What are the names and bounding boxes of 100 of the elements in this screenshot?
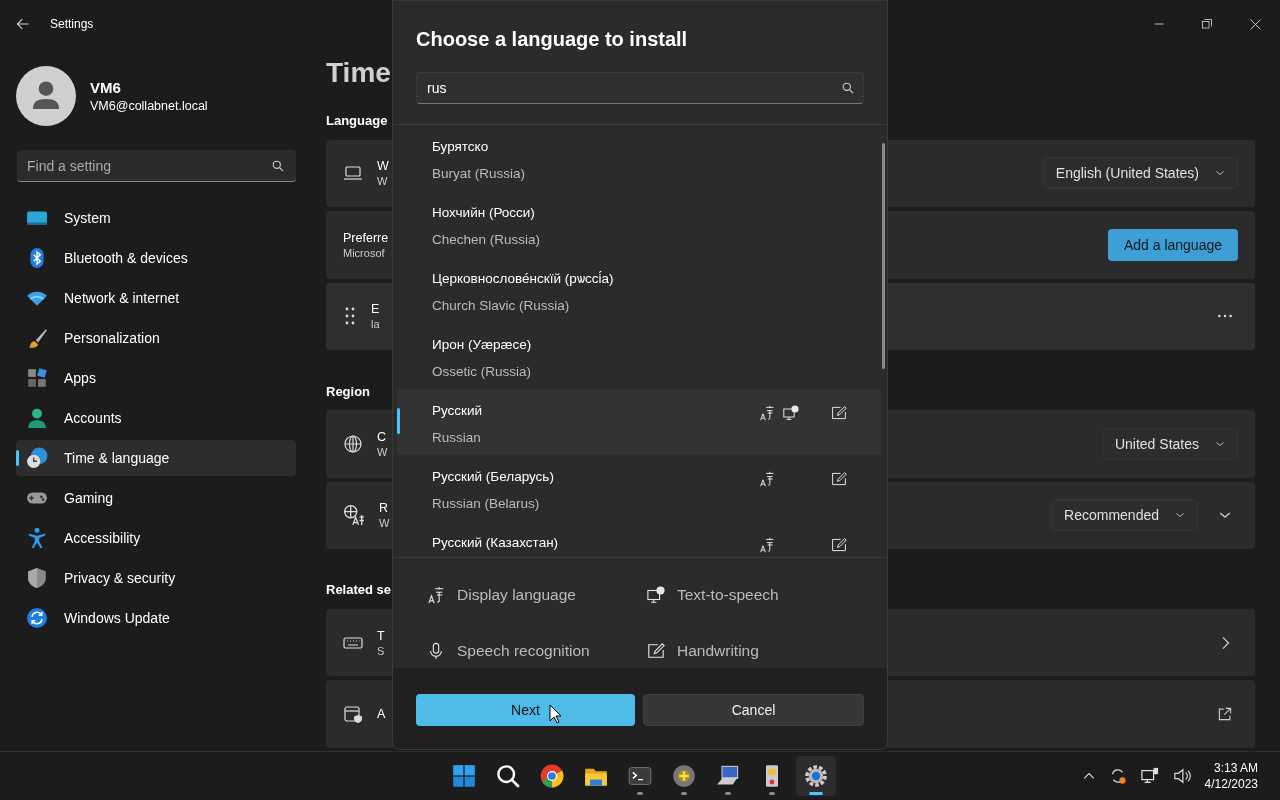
- card-subtitle: S: [377, 644, 385, 657]
- sidebar-item[interactable]: Network & internet: [16, 280, 296, 316]
- maximize-icon: [1202, 18, 1212, 29]
- person-icon: [26, 407, 48, 429]
- apps-icon: [26, 367, 48, 389]
- dropdown[interactable]: Recommended: [1051, 499, 1198, 532]
- search-icon: [842, 82, 854, 94]
- drag-handle-icon: [343, 306, 357, 327]
- language-item[interactable]: Нохчийн (Росси) Chechen (Russia): [397, 191, 881, 257]
- scrollbar[interactable]: [882, 143, 885, 369]
- language-english-name: Chechen (Russia): [432, 232, 542, 247]
- section-heading: Region: [326, 382, 371, 401]
- sidebar-item[interactable]: System: [16, 200, 296, 236]
- card-title: E: [371, 302, 380, 317]
- legend-label: Text-to-speech: [677, 586, 779, 604]
- terminal-icon: [628, 764, 652, 788]
- language-english-name: Ossetic (Russia): [432, 364, 532, 379]
- user-name: VM6: [90, 79, 122, 96]
- search-icon: [496, 764, 520, 788]
- pen-on-paper-icon: [831, 537, 847, 553]
- speech-bubble-monitor-icon: [783, 405, 799, 421]
- cancel-button[interactable]: Cancel: [643, 694, 864, 726]
- language-item[interactable]: Русский (Казахстан): [397, 521, 881, 557]
- card-title: A: [377, 707, 386, 722]
- card-subtitle: la: [371, 318, 380, 331]
- search-field[interactable]: Find a setting: [17, 150, 296, 182]
- chevron-up-icon: [1082, 770, 1095, 782]
- avatar: [16, 66, 76, 126]
- display-language-icon: [759, 471, 775, 487]
- sidebar-item[interactable]: Time & language: [16, 440, 296, 476]
- language-name: Нохчийн (Росси): [432, 205, 536, 220]
- browser-icon: [540, 764, 564, 788]
- sidebar-item[interactable]: Apps: [16, 360, 296, 396]
- globe-clock-icon: [26, 447, 48, 469]
- volume-icon: [1172, 767, 1191, 785]
- language-name: Бурятско: [432, 139, 490, 154]
- language-item[interactable]: Русский (Беларусь) Russian (Belarus): [397, 455, 881, 521]
- language-item[interactable]: Русский Russian: [397, 389, 881, 455]
- close-icon: [1250, 18, 1261, 30]
- card-title: C: [377, 429, 387, 444]
- language-english-name: Russian (Belarus): [432, 496, 541, 511]
- legend-label: Speech recognition: [457, 642, 590, 660]
- sidebar-item[interactable]: Privacy & security: [16, 560, 296, 596]
- globe-language-icon: [343, 504, 365, 527]
- legend-label: Handwriting: [677, 642, 759, 660]
- sidebar-item[interactable]: Accounts: [16, 400, 296, 436]
- card-subtitle: W: [379, 517, 390, 530]
- display-language-icon: [759, 405, 775, 421]
- card-title: R: [379, 501, 389, 516]
- dialog-title: Choose a language to install: [415, 27, 689, 52]
- language-item[interactable]: Церковнослове́нскїй (рѡссі́а) Church Slavic (Russia): [397, 257, 881, 323]
- language-english-name: Buryat (Russia): [432, 166, 527, 181]
- language-english-name: Church Slavic (Russia): [432, 298, 571, 313]
- language-name: Русский (Казахстан): [432, 535, 560, 550]
- brush-icon: [26, 327, 48, 349]
- sidebar-item[interactable]: Bluetooth & devices: [16, 240, 296, 276]
- window-title: Settings: [50, 17, 94, 31]
- sidebar-item[interactable]: Personalization: [16, 320, 296, 356]
- section-heading: Related se: [326, 581, 392, 600]
- speech-bubble-monitor-icon: [647, 586, 665, 604]
- dropdown[interactable]: English (United States): [1042, 157, 1238, 190]
- legend-label: Display language: [457, 586, 576, 604]
- globe-icon: [343, 433, 363, 454]
- pen-on-paper-icon: [831, 405, 847, 421]
- language-name: Русский: [432, 403, 484, 418]
- dropdown[interactable]: United States: [1101, 427, 1238, 460]
- language-name: Церковнослове́нскїй (рѡссі́а): [432, 271, 615, 286]
- add-language-button[interactable]: Add a language: [1107, 228, 1238, 261]
- language-english-name: Russian: [432, 430, 482, 445]
- cursor-icon: [549, 704, 562, 724]
- language-search-field[interactable]: rus: [416, 72, 864, 104]
- sidebar-item[interactable]: Gaming: [16, 480, 296, 516]
- card-title: W: [377, 159, 389, 174]
- next-button[interactable]: Next: [416, 694, 635, 726]
- settings-icon: [804, 764, 828, 788]
- language-name: Русский (Беларусь): [432, 469, 555, 484]
- display-language-icon: [759, 537, 775, 553]
- network-icon: [1140, 767, 1159, 785]
- pen-on-paper-icon: [647, 642, 665, 660]
- search-icon: [272, 159, 284, 172]
- card-title: T: [377, 628, 385, 643]
- sidebar-item[interactable]: Windows Update: [16, 600, 296, 636]
- language-item[interactable]: Ирон (Уæрæсе) Ossetic (Russia): [397, 323, 881, 389]
- disc-icon: [672, 764, 696, 788]
- taskbar-button[interactable]: [796, 756, 836, 796]
- language-name: Ирон (Уæрæсе): [432, 337, 533, 352]
- shield-icon: [26, 567, 48, 589]
- sidebar-item[interactable]: Accessibility: [16, 520, 296, 556]
- back-icon: [16, 17, 30, 31]
- card-title: Preferre: [343, 230, 389, 245]
- card-subtitle: W: [377, 175, 388, 188]
- pen-on-paper-icon: [831, 471, 847, 487]
- user-email: VM6@collabnet.local: [90, 99, 208, 113]
- display-language-icon: [427, 586, 445, 604]
- language-item[interactable]: Бурятско Buryat (Russia): [397, 125, 881, 191]
- external-link-icon: [1218, 707, 1232, 722]
- sync-icon: [26, 607, 48, 629]
- start-icon: [452, 764, 476, 788]
- clock-time: 3:13 AM: [1212, 760, 1258, 776]
- clock-date: 4/12/2023: [1204, 776, 1258, 792]
